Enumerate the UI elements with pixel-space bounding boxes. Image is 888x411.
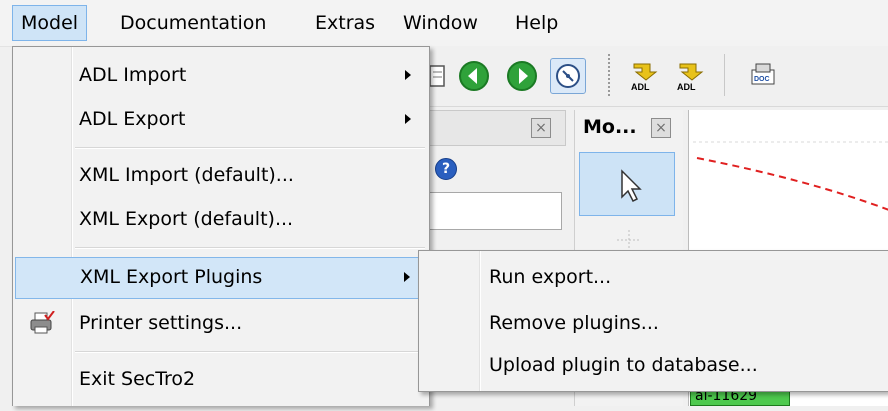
doc-export-icon[interactable]: DOC [746,60,778,92]
menu-item-label: Exit SecTro2 [79,368,196,390]
menu-help[interactable]: Help [507,5,566,41]
pointer-tool-button[interactable] [579,152,675,216]
plugins-submenu: Run export... Remove plugins... Upload p… [418,250,888,392]
document-icon[interactable] [428,60,448,92]
forward-arrow-icon[interactable] [506,60,538,92]
svg-text:DOC: DOC [754,76,770,83]
menu-separator [75,147,425,149]
menu-item-adl-import[interactable]: ADL Import [15,55,427,95]
submenu-arrow-icon [404,272,410,282]
crosshair-icon[interactable] [615,228,643,252]
menu-item-label: Remove plugins... [489,312,659,334]
adl-import-icon[interactable]: ADL [628,60,662,92]
panel-header: × [428,110,566,146]
adl-export-icon[interactable]: ADL [674,60,708,92]
menu-item-label: ADL Import [79,64,187,86]
menu-item-xml-import[interactable]: XML Import (default)... [15,155,427,195]
menu-item-label: Printer settings... [79,312,243,334]
menu-item-xml-export[interactable]: XML Export (default)... [15,199,427,239]
menu-documentation[interactable]: Documentation [112,5,274,41]
menu-window[interactable]: Window [395,5,486,41]
menu-separator [75,247,425,249]
menu-bar: Model Documentation Extras Window Help [0,0,888,47]
compass-icon [556,64,580,88]
menu-item-run-export[interactable]: Run export... [421,257,886,297]
model-panel-close-icon[interactable]: × [651,118,671,138]
model-panel-title: Mo... [583,116,637,138]
menu-item-remove-plugins[interactable]: Remove plugins... [421,303,886,343]
menu-item-adl-export[interactable]: ADL Export [15,99,427,139]
menu-item-label: Run export... [489,266,612,288]
model-menu: ADL Import ADL Export XML Import (defaul… [12,46,430,406]
back-arrow-icon[interactable] [458,60,490,92]
menu-item-label: XML Export (default)... [79,208,294,230]
menu-item-xml-export-plugins[interactable]: XML Export Plugins [15,257,427,299]
menu-item-label: XML Import (default)... [79,164,294,186]
svg-text:ADL: ADL [677,82,696,92]
help-icon[interactable]: ? [435,158,457,180]
menu-item-exit[interactable]: Exit SecTro2 [15,359,427,399]
submenu-arrow-icon [405,114,411,124]
panel-field[interactable] [428,192,562,230]
svg-text:ADL: ADL [631,82,650,92]
printer-icon [30,311,55,334]
cursor-arrow-icon [621,169,642,203]
menu-extras[interactable]: Extras [307,5,383,41]
menu-model[interactable]: Model [12,5,88,41]
menu-item-upload-plugin[interactable]: Upload plugin to database... [421,345,886,385]
menu-item-printer-settings[interactable]: Printer settings... [15,303,427,343]
panel-close-icon[interactable]: × [531,118,551,138]
menu-separator [75,351,425,353]
menu-item-label: ADL Export [79,108,186,130]
menu-item-label: Upload plugin to database... [489,354,758,376]
submenu-arrow-icon [405,70,411,80]
toolbar: ADL ADL DOC [428,46,888,107]
navigate-button[interactable] [550,58,586,94]
menu-item-label: XML Export Plugins [80,266,263,288]
